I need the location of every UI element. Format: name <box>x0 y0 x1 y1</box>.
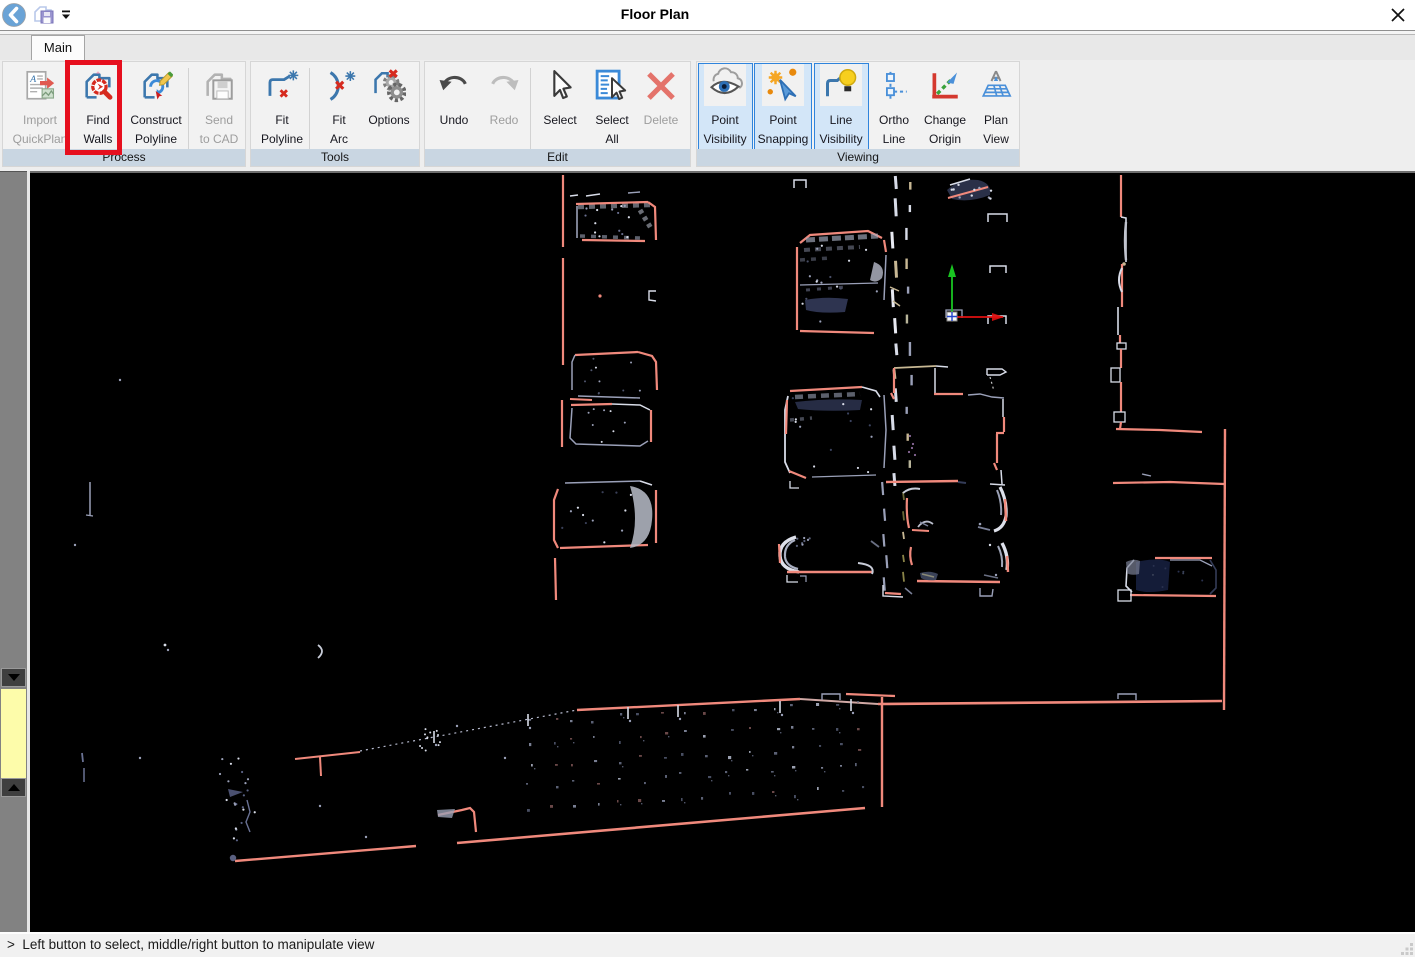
svg-text:A: A <box>29 74 37 85</box>
